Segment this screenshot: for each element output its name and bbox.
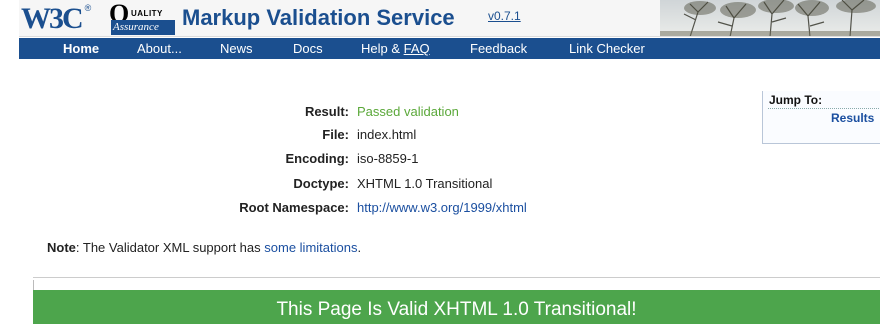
qa-uality-text: UALITY (131, 9, 163, 18)
file-label: File: (322, 127, 349, 142)
w3c-logo-text: W3C (21, 2, 84, 35)
nav-home[interactable]: Home (63, 38, 99, 59)
w3c-logo[interactable]: W3C ® (21, 3, 91, 34)
qa-assurance-text: Assurance (111, 20, 175, 35)
nav-help-label: Help & (361, 41, 404, 56)
registered-mark: ® (84, 3, 92, 13)
xml-support-note: Note: The Validator XML support has some… (47, 240, 361, 255)
page-title[interactable]: Markup Validation Service (182, 5, 455, 31)
file-value: index.html (357, 127, 417, 142)
encoding-value: iso-8859-1 (357, 151, 419, 166)
encoding-label: Encoding: (285, 151, 349, 166)
note-label: Note (47, 240, 76, 255)
jump-to-title: Jump To: (769, 93, 823, 107)
note-end: . (357, 240, 362, 255)
nav-link-checker[interactable]: Link Checker (569, 38, 645, 59)
section-divider (33, 277, 880, 278)
valid-result-banner: This Page Is Valid XHTML 1.0 Transitiona… (33, 290, 880, 324)
nav-feedback[interactable]: Feedback (470, 38, 527, 59)
left-rule (33, 280, 34, 290)
nav-news[interactable]: News (220, 38, 253, 59)
jump-to-box: Jump To: Results (762, 91, 880, 144)
header-banner: W3C ® Q UALITY Assurance Markup Validati… (19, 0, 880, 37)
root-namespace-link[interactable]: http://www.w3.org/1999/xhtml (357, 200, 527, 215)
limitations-link[interactable]: some limitations (264, 240, 357, 255)
nav-faq-label: FAQ (403, 41, 430, 56)
root-namespace-label: Root Namespace: (239, 200, 349, 215)
nav-help-faq[interactable]: Help & FAQ (361, 38, 430, 59)
doctype-label: Doctype: (293, 176, 349, 191)
trees-banner-image (660, 0, 880, 36)
result-label: Result: (304, 104, 349, 119)
quality-assurance-logo[interactable]: Q UALITY Assurance (109, 1, 175, 35)
doctype-value: XHTML 1.0 Transitional (357, 176, 493, 191)
nav-about[interactable]: About... (137, 38, 182, 59)
version-link[interactable]: v0.7.1 (488, 9, 521, 23)
jump-to-divider (768, 108, 880, 109)
result-value: Passed validation (357, 104, 459, 119)
main-nav: Home About... News Docs Help & FAQ Feedb… (19, 38, 880, 59)
note-text: : The Validator XML support has (75, 240, 265, 255)
jump-results-link[interactable]: Results (831, 111, 874, 125)
nav-docs[interactable]: Docs (293, 38, 323, 59)
